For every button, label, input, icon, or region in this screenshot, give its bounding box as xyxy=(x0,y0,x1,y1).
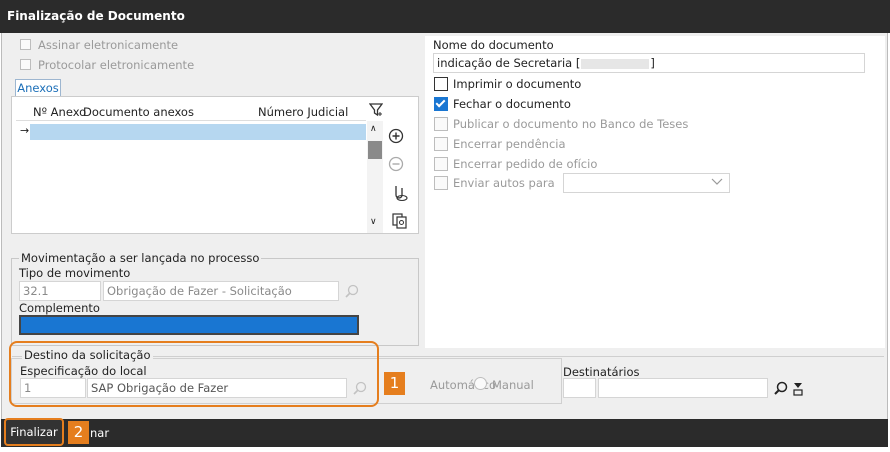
send-records-select[interactable] xyxy=(563,173,730,193)
manual-radio[interactable] xyxy=(474,377,487,390)
print-doc-checkbox[interactable] xyxy=(434,77,448,91)
complement-label: Complemento xyxy=(19,301,100,315)
close-pending-checkbox[interactable] xyxy=(434,137,448,151)
table-row-selected[interactable] xyxy=(30,124,366,140)
send-records-checkbox[interactable] xyxy=(434,176,448,190)
grid-header-divider xyxy=(16,120,366,121)
sign-checkbox[interactable] xyxy=(20,39,31,50)
movement-type-label: Tipo de movimento xyxy=(19,266,131,280)
file-checkbox[interactable] xyxy=(20,59,31,70)
filter-icon[interactable] xyxy=(368,102,384,121)
recipients-search-icon[interactable] xyxy=(773,381,788,399)
window-title: Finalização de Documento xyxy=(0,0,890,33)
col-header-document[interactable]: Documento anexos xyxy=(83,105,194,119)
publish-doc-label: Publicar o documento no Banco de Teses xyxy=(453,117,689,131)
finalize-button-label: Finalizar xyxy=(10,425,58,439)
close-doc-checkbox[interactable] xyxy=(434,97,448,111)
annotation-badge-1: 1 xyxy=(384,372,405,395)
movement-type-desc[interactable]: Obrigação de Fazer - Solicitação xyxy=(103,281,339,301)
complement-input[interactable] xyxy=(19,315,359,335)
search-icon[interactable] xyxy=(344,284,359,302)
redacted-block xyxy=(581,58,650,69)
annotation-badge-2: 2 xyxy=(68,421,89,444)
movement-type-code[interactable]: 32.1 xyxy=(19,281,101,301)
add-attachment-icon[interactable] xyxy=(388,128,404,147)
cancel-button-partial-label[interactable]: nar xyxy=(90,426,109,440)
doc-name-label: Nome do documento xyxy=(433,38,554,52)
close-office-label: Encerrar pedido de ofício xyxy=(453,157,598,171)
doc-name-value: indicação de Secretaria [ xyxy=(437,56,581,70)
col-header-number[interactable]: Nº Anexo xyxy=(33,105,86,119)
copy-document-icon[interactable] xyxy=(391,212,409,233)
clip-view-icon[interactable] xyxy=(391,184,409,205)
sign-label: Assinar eletronicamente xyxy=(38,38,179,52)
manual-label: Manual xyxy=(492,378,534,392)
finalize-button[interactable]: Finalizar xyxy=(4,418,64,446)
close-pending-label: Encerrar pendência xyxy=(453,137,566,151)
recipients-label: Destinatários xyxy=(563,365,640,379)
scroll-up-icon[interactable]: ∧ xyxy=(370,124,377,134)
send-records-label: Enviar autos para xyxy=(453,176,555,190)
doc-name-input[interactable]: indicação de Secretaria [] xyxy=(433,53,865,73)
recipients-desc-input[interactable] xyxy=(598,378,768,398)
footer-bar xyxy=(1,419,888,447)
recipients-dropdown-icon[interactable] xyxy=(792,381,804,400)
print-doc-label: Imprimir o documento xyxy=(453,77,582,91)
publish-doc-checkbox[interactable] xyxy=(434,117,448,131)
close-office-checkbox[interactable] xyxy=(434,157,448,171)
movement-group-title: Movimentação a ser lançada no processo xyxy=(19,251,262,265)
col-header-judicial-number[interactable]: Número Judicial xyxy=(258,105,348,119)
doc-name-suffix: ] xyxy=(650,56,655,70)
scroll-thumb[interactable] xyxy=(368,141,382,159)
tab-anexos[interactable]: Anexos xyxy=(15,79,61,97)
chevron-down-icon[interactable] xyxy=(711,176,723,190)
scroll-down-icon[interactable]: ∨ xyxy=(370,217,377,227)
row-pointer-icon: → xyxy=(20,124,30,137)
file-label: Protocolar eletronicamente xyxy=(38,58,195,72)
remove-attachment-icon[interactable] xyxy=(388,156,404,175)
highlight-box-destination xyxy=(9,341,379,407)
recipients-code-input[interactable] xyxy=(563,378,596,398)
close-doc-label: Fechar o documento xyxy=(453,97,571,111)
